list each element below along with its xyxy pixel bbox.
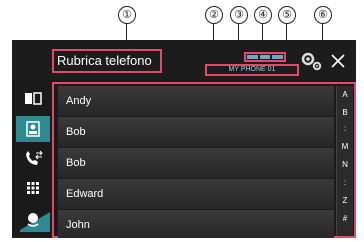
callout-5: ⑤: [278, 6, 296, 24]
call-history-icon: [26, 150, 43, 165]
index-letter[interactable]: A: [337, 90, 353, 100]
index-letter[interactable]: M: [337, 142, 353, 152]
callout-6: ⑥: [314, 6, 332, 24]
sidebar-item-call-history[interactable]: [16, 146, 50, 172]
callout-2: ②: [205, 6, 223, 24]
index-letter[interactable]: Z: [337, 196, 353, 206]
phonebook-icon: [26, 121, 40, 137]
index-letter[interactable]: B: [337, 108, 353, 118]
index-separator: :: [343, 178, 347, 187]
voice-recognition-icon: [20, 212, 50, 232]
index-letter[interactable]: #: [337, 214, 353, 224]
sidebar-item-phonebook[interactable]: [16, 116, 50, 142]
list-item[interactable]: Bob: [58, 117, 334, 147]
list-item[interactable]: Andy: [58, 86, 334, 116]
bluetooth-status-icon: [272, 55, 284, 59]
device-status-indicators: [244, 52, 286, 62]
close-icon[interactable]: [327, 50, 349, 72]
page-title: Rubrica telefono: [52, 49, 162, 73]
phonebook-screen: Rubrica telefono MY PHONE 01 Andy Bob Bo…: [12, 40, 356, 238]
device-name: MY PHONE 01: [228, 66, 276, 73]
contacts-book-icon: [25, 92, 42, 105]
list-item[interactable]: Edward: [58, 179, 334, 209]
list-item[interactable]: Bob: [58, 148, 334, 178]
settings-icon[interactable]: [299, 50, 323, 72]
callout-4: ④: [254, 6, 272, 24]
index-separator: :: [343, 124, 347, 133]
alphabet-index-bar[interactable]: A B : M N : Z #: [336, 86, 353, 236]
battery-status-icon: [247, 55, 258, 59]
callout-3: ③: [230, 6, 248, 24]
signal-status-icon: [259, 55, 271, 59]
contact-list-area: Andy Bob Bob Edward John A B : M N : Z #: [52, 82, 356, 238]
callout-1: ①: [118, 6, 136, 24]
index-letter[interactable]: N: [337, 160, 353, 170]
dial-pad-icon: [27, 182, 39, 194]
sidebar-item-contacts[interactable]: [16, 86, 50, 112]
device-name-box: MY PHONE 01: [205, 64, 299, 76]
header-bar: Rubrica telefono MY PHONE 01: [12, 40, 356, 80]
sidebar: [12, 82, 52, 238]
contact-list: Andy Bob Bob Edward John: [58, 86, 334, 238]
sidebar-item-voice-recognition[interactable]: [16, 206, 50, 232]
callout-annotations: ① ② ③ ④ ⑤ ⑥: [0, 0, 364, 82]
sidebar-item-dial-pad[interactable]: [16, 176, 50, 202]
list-item[interactable]: John: [58, 210, 334, 238]
